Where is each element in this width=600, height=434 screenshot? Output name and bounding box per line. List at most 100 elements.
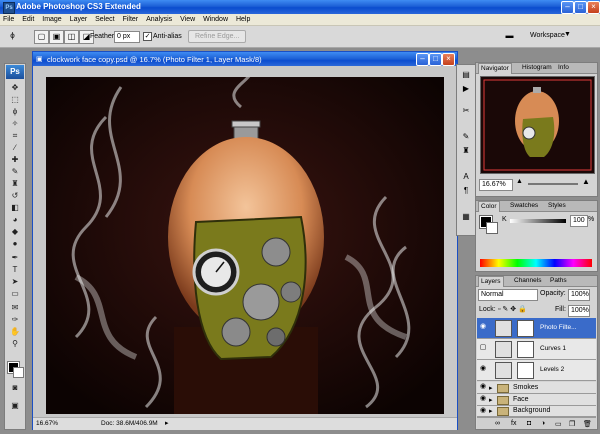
zoom-level[interactable]: 16.67% xyxy=(36,420,58,427)
workspace-icon[interactable]: ▬ xyxy=(503,30,516,42)
marquee-tool-icon[interactable]: ⬚ xyxy=(8,94,22,105)
refine-edge-button[interactable]: Refine Edge... xyxy=(188,30,247,43)
layer-row-photo-filter[interactable]: ◉ Photo Filte... xyxy=(477,318,596,339)
tab-paths[interactable]: Paths xyxy=(548,276,569,286)
pen-tool-icon[interactable]: ✒ xyxy=(8,252,22,263)
crop-tool-icon[interactable]: ⌗ xyxy=(8,130,22,141)
trash-icon[interactable]: 🗑 xyxy=(583,420,592,428)
minimize-button[interactable]: – xyxy=(561,1,574,14)
eye-icon[interactable]: ◉ xyxy=(479,323,487,331)
character-panel-icon[interactable]: A xyxy=(460,171,472,183)
history-brush-icon[interactable]: ↺ xyxy=(8,190,22,201)
subtract-selection-icon[interactable]: ◫ xyxy=(64,30,79,44)
tab-navigator[interactable]: Navigator xyxy=(478,63,512,74)
menu-file[interactable]: File xyxy=(0,14,17,25)
brushes-panel-icon[interactable]: ✎ xyxy=(460,131,472,143)
notes-tool-icon[interactable]: ✉ xyxy=(8,302,22,313)
eye-icon[interactable]: ◉ xyxy=(479,365,487,373)
navigator-thumbnail[interactable] xyxy=(480,76,595,174)
zoom-in-icon[interactable]: ▲ xyxy=(582,177,590,186)
layer-comps-icon[interactable]: ▦ xyxy=(460,211,472,223)
tab-color[interactable]: Color xyxy=(478,201,500,212)
hand-tool-icon[interactable]: ✋ xyxy=(8,326,22,337)
k-value-input[interactable]: 100 xyxy=(570,215,588,227)
expand-arrow-icon[interactable]: ▸ xyxy=(489,407,493,415)
chevron-down-icon[interactable]: ▼ xyxy=(564,31,571,38)
menu-layer[interactable]: Layer xyxy=(67,14,91,25)
eraser-tool-icon[interactable]: ◧ xyxy=(8,202,22,213)
type-tool-icon[interactable]: T xyxy=(8,264,22,275)
layer-mask-thumb[interactable] xyxy=(517,341,534,358)
image-canvas[interactable] xyxy=(46,77,444,414)
screen-mode-icon[interactable]: ▣ xyxy=(8,400,22,411)
magic-wand-tool-icon[interactable]: ✧ xyxy=(8,118,22,129)
layer-group-face[interactable]: ◉ ▸ Face xyxy=(477,394,596,406)
expand-arrow-icon[interactable]: ▸ xyxy=(489,396,493,404)
menu-image[interactable]: Image xyxy=(39,14,64,25)
quick-mask-icon[interactable]: ◙ xyxy=(8,382,22,393)
layer-row-curves[interactable]: ▢ Curves 1 xyxy=(477,339,596,360)
tab-styles[interactable]: Styles xyxy=(546,201,568,211)
doc-maximize-button[interactable]: □ xyxy=(429,53,442,66)
paint-bucket-icon[interactable]: ◕ xyxy=(8,214,22,225)
eye-icon[interactable]: ◉ xyxy=(479,395,487,403)
add-selection-icon[interactable]: ▣ xyxy=(49,30,64,44)
add-mask-icon[interactable]: ◘ xyxy=(527,420,531,427)
menu-select[interactable]: Select xyxy=(92,14,117,25)
healing-brush-icon[interactable]: ✚ xyxy=(8,154,22,165)
slice-tool-icon[interactable]: ∕ xyxy=(8,142,22,153)
blur-tool-icon[interactable]: ◆ xyxy=(8,226,22,237)
layer-style-icon[interactable]: fx xyxy=(511,420,516,427)
move-tool-icon[interactable]: ✥ xyxy=(8,82,22,93)
color-spectrum-bar[interactable] xyxy=(480,259,592,267)
new-layer-icon[interactable]: ❐ xyxy=(569,420,575,428)
layer-mask-thumb[interactable] xyxy=(517,320,534,337)
new-adjustment-icon[interactable]: ◑ xyxy=(541,420,545,427)
eyedropper-tool-icon[interactable]: ✑ xyxy=(8,314,22,325)
layer-group-background[interactable]: ◉ ▸ Background xyxy=(477,406,596,417)
feather-input[interactable]: 0 px xyxy=(114,31,140,43)
menu-help[interactable]: Help xyxy=(233,14,253,25)
clone-source-icon[interactable]: ♜ xyxy=(460,145,472,157)
menu-edit[interactable]: Edit xyxy=(19,14,37,25)
color-bg-swatch[interactable] xyxy=(486,222,498,234)
tab-swatches[interactable]: Swatches xyxy=(508,201,540,211)
menu-window[interactable]: Window xyxy=(200,14,231,25)
eye-icon[interactable]: ◉ xyxy=(479,407,487,415)
background-color-swatch[interactable] xyxy=(13,367,24,378)
lock-pixels-icon[interactable]: ▫ ✎ ✥ 🔒 xyxy=(498,305,527,313)
navigator-zoom-input[interactable]: 16.67% xyxy=(479,179,513,191)
layer-mask-thumb[interactable] xyxy=(517,362,534,379)
opacity-input[interactable]: 100% xyxy=(568,289,590,301)
shape-tool-icon[interactable]: ▭ xyxy=(8,288,22,299)
doc-minimize-button[interactable]: – xyxy=(416,53,429,66)
tab-layers[interactable]: Layers xyxy=(478,276,504,287)
blend-mode-select[interactable]: Normal xyxy=(478,289,538,301)
expand-arrow-icon[interactable]: ▸ xyxy=(489,384,493,392)
k-slider[interactable] xyxy=(510,219,566,223)
actions-panel-icon[interactable]: ▶ xyxy=(460,83,472,95)
paragraph-panel-icon[interactable]: ¶ xyxy=(460,185,472,197)
new-group-icon[interactable]: ▭ xyxy=(555,420,562,428)
layer-row-levels[interactable]: ◉ Levels 2 xyxy=(477,360,596,381)
tab-info[interactable]: Info xyxy=(556,63,571,73)
tool-presets-icon[interactable]: ✂ xyxy=(460,105,472,117)
brush-tool-icon[interactable]: ✎ xyxy=(8,166,22,177)
eye-off-icon[interactable]: ▢ xyxy=(479,344,487,352)
workspace-button[interactable]: Workspace xyxy=(530,32,565,39)
menu-analysis[interactable]: Analysis xyxy=(143,14,175,25)
doc-close-button[interactable]: × xyxy=(442,53,455,66)
tab-histogram[interactable]: Histogram xyxy=(520,63,554,73)
zoom-out-icon[interactable]: ▲ xyxy=(516,178,523,185)
close-button[interactable]: × xyxy=(587,1,600,14)
lasso-tool-icon[interactable]: ϕ xyxy=(8,106,22,117)
clone-stamp-icon[interactable]: ♜ xyxy=(8,178,22,189)
menu-view[interactable]: View xyxy=(177,14,198,25)
link-layers-icon[interactable]: ∞ xyxy=(495,420,500,427)
fill-input[interactable]: 100% xyxy=(568,305,590,317)
antialias-checkbox[interactable]: ✓ xyxy=(143,32,152,41)
status-menu-arrow-icon[interactable]: ▸ xyxy=(165,419,169,427)
history-panel-icon[interactable]: ▤ xyxy=(460,69,472,81)
tab-channels[interactable]: Channels xyxy=(512,276,543,286)
maximize-button[interactable]: □ xyxy=(574,1,587,14)
